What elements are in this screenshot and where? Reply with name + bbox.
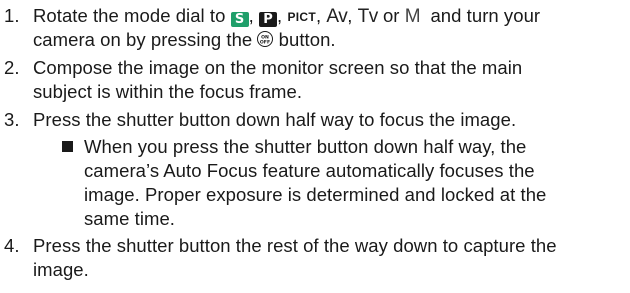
step-1-text-suffix: and turn your — [430, 5, 541, 26]
step-1-number: 1. — [4, 5, 20, 26]
step-3-number: 3. — [4, 109, 20, 130]
av-mode-label: Av — [326, 6, 348, 27]
instruction-list: 1. Rotate the mode dial to S, P, PICT, A… — [4, 5, 557, 280]
manual-mode-label: M — [404, 6, 421, 27]
scene-mode-icon: S — [230, 12, 249, 27]
step-2-number: 2. — [4, 57, 20, 78]
program-mode-icon: P — [259, 12, 278, 27]
step-4-number: 4. — [4, 235, 20, 256]
step-1-text-prefix: Rotate the mode dial to — [33, 5, 226, 26]
tv-mode-label: Tv — [357, 6, 379, 27]
power-button-icon: ON OFF — [257, 31, 274, 47]
pict-mode-label: PICT — [287, 10, 316, 24]
square-bullet-icon — [62, 141, 73, 152]
svg-text:OFF: OFF — [260, 40, 270, 46]
